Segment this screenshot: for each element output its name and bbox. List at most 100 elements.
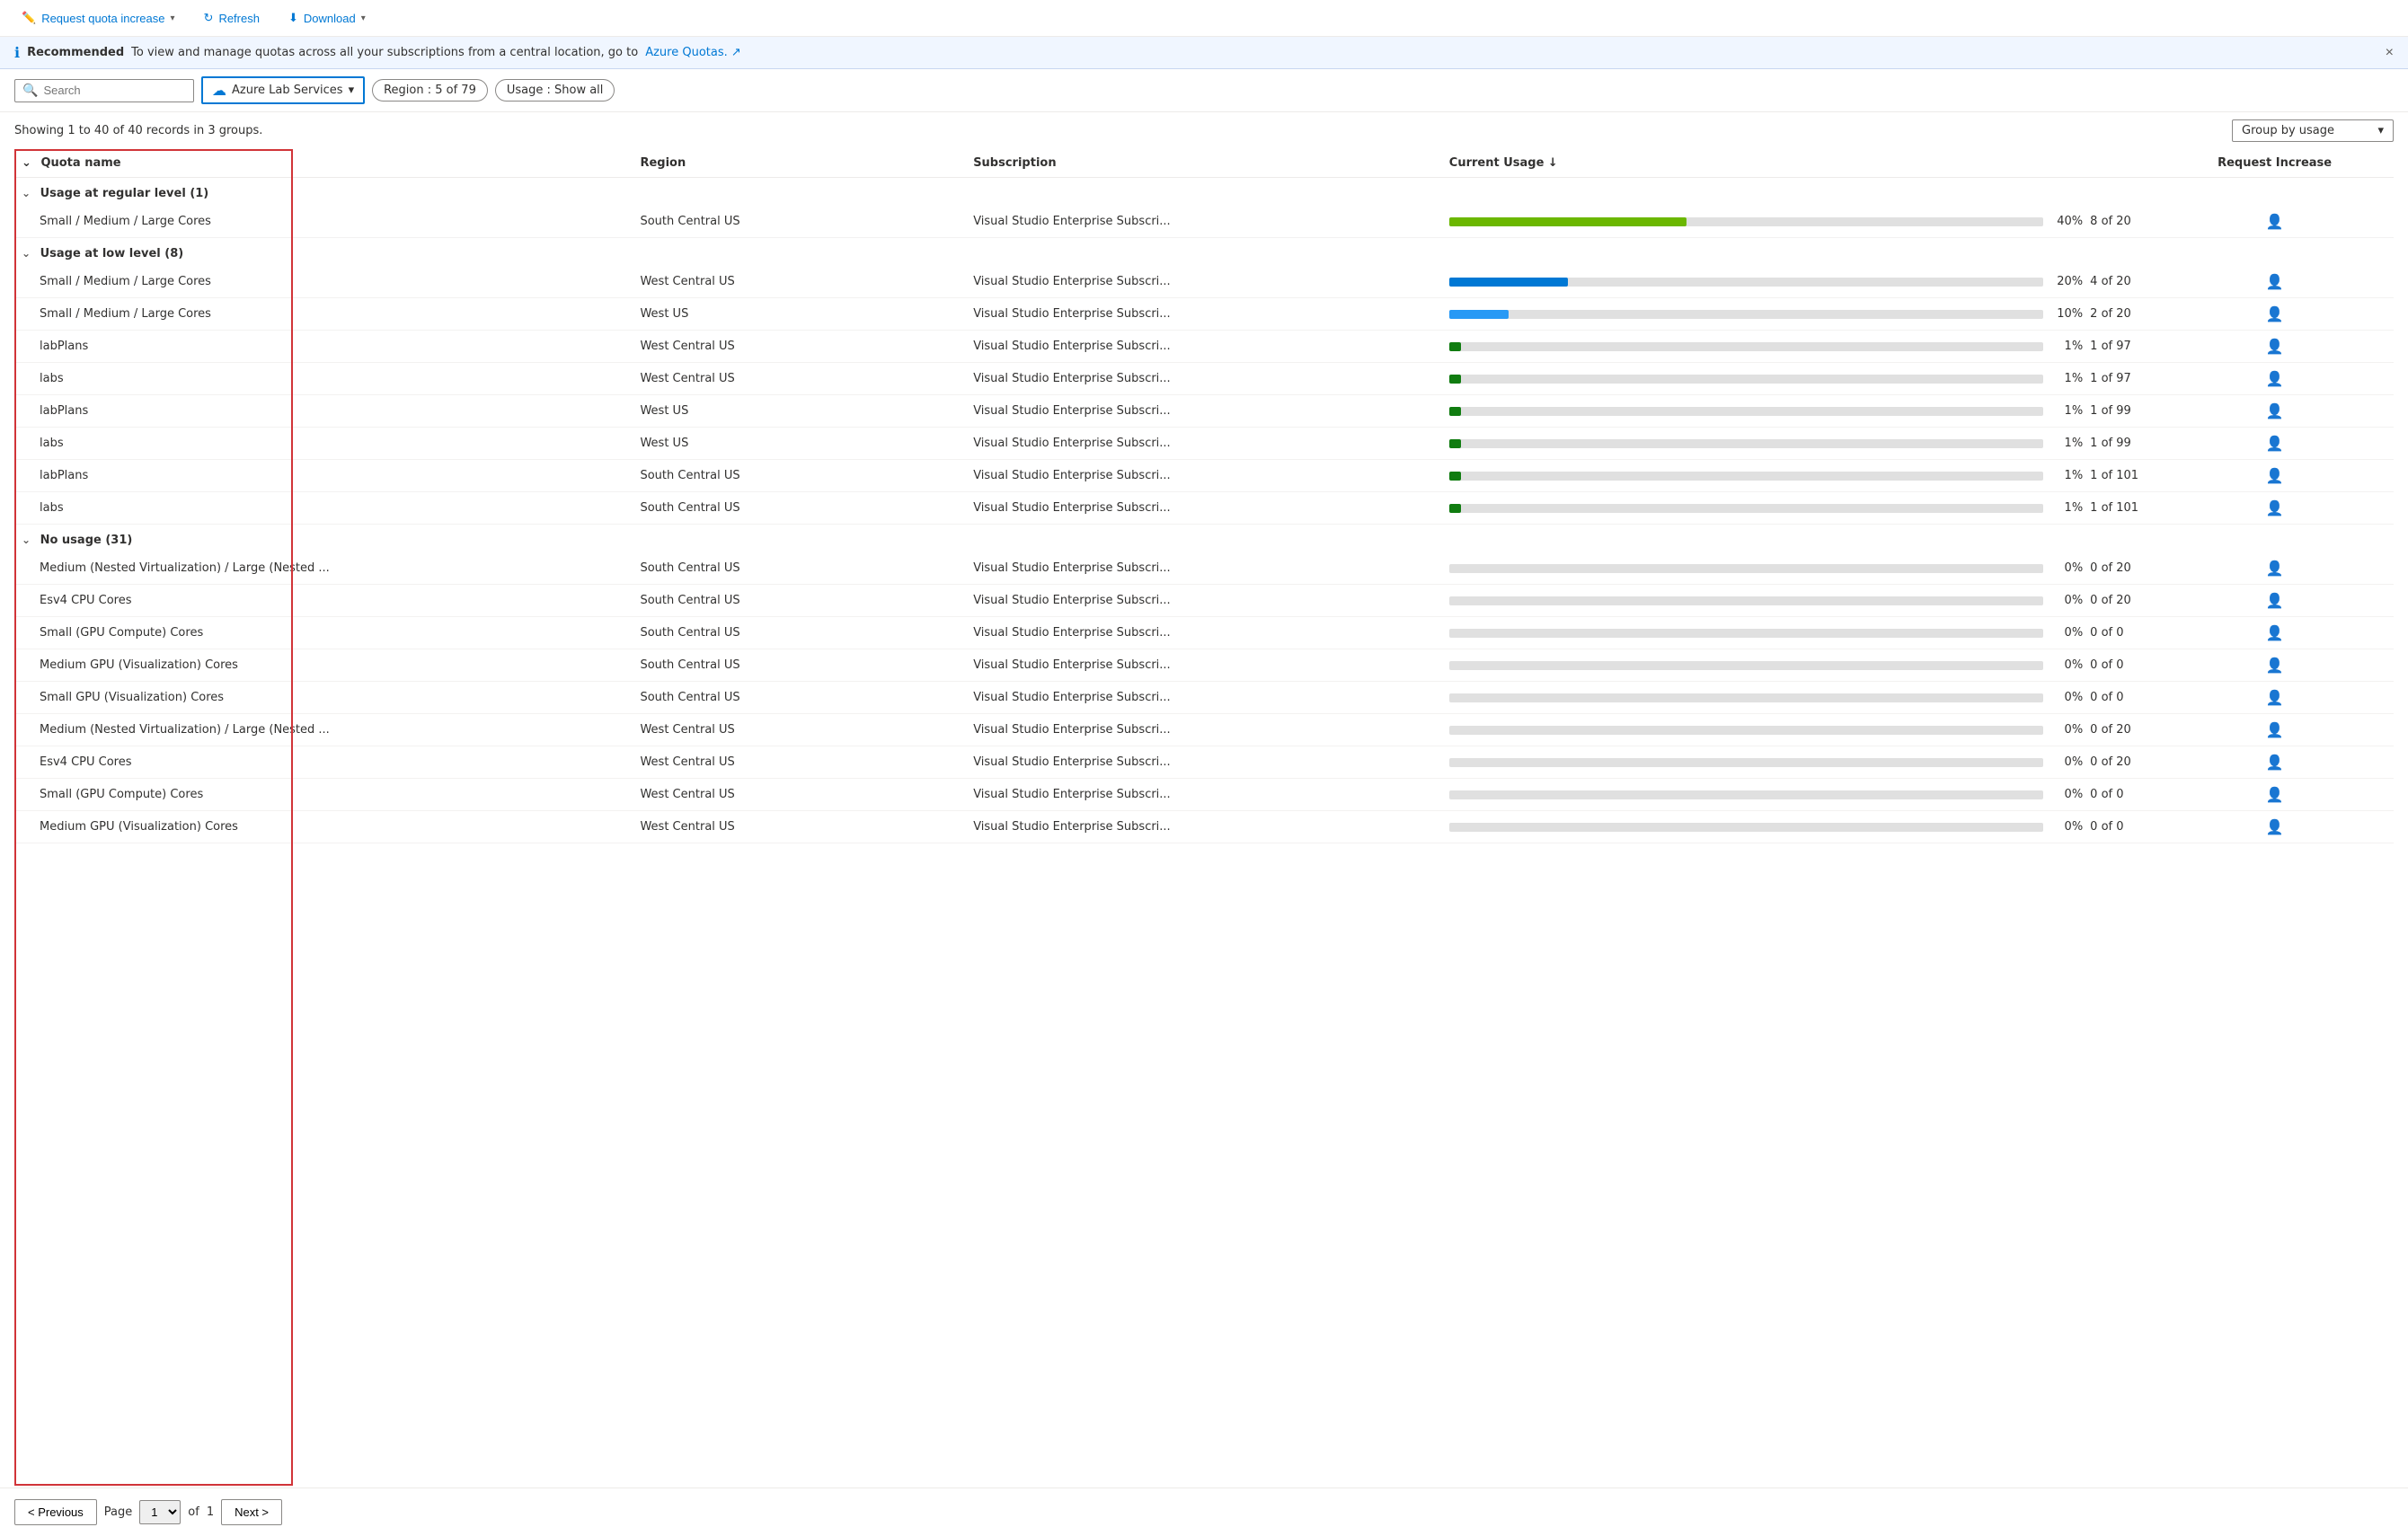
table-row: Esv4 CPU Cores West Central US Visual St… (14, 746, 2394, 779)
service-dropdown[interactable]: ☁ Azure Lab Services ▾ (201, 76, 365, 104)
request-increase-icon[interactable]: 👤 (2266, 370, 2284, 387)
request-increase-icon[interactable]: 👤 (2266, 213, 2284, 230)
col-header-request: Request Increase (2156, 149, 2394, 178)
subscription-cell: Visual Studio Enterprise Subscri... (966, 363, 1442, 395)
request-increase-cell: 👤 (2156, 617, 2394, 649)
banner-close-button[interactable]: × (2386, 45, 2394, 61)
col-header-usage[interactable]: Current Usage ↓ (1442, 149, 2156, 178)
table-row: Small GPU (Visualization) Cores South Ce… (14, 682, 2394, 714)
service-label: Azure Lab Services (232, 84, 343, 97)
toolbar: ✏️ Request quota increase ▾ ↻ Refresh ⬇ … (0, 0, 2408, 37)
table-body: ⌄ Usage at regular level (1) Small / Med… (14, 178, 2394, 843)
group-header[interactable]: ⌄ No usage (31) (14, 525, 2394, 553)
request-increase-cell: 👤 (2156, 492, 2394, 525)
request-increase-icon[interactable]: 👤 (2266, 338, 2284, 355)
region-cell: West US (633, 298, 966, 331)
usage-cell: 1% 1 of 99 (1442, 395, 2156, 428)
usage-filter[interactable]: Usage : Show all (495, 79, 615, 102)
request-increase-icon[interactable]: 👤 (2266, 467, 2284, 484)
usage-count: 0 of 0 (2090, 658, 2148, 672)
subscription-cell: Visual Studio Enterprise Subscri... (966, 298, 1442, 331)
request-increase-cell: 👤 (2156, 714, 2394, 746)
usage-bar-container (1449, 726, 2043, 735)
chevron-down-service-icon: ▾ (349, 84, 355, 97)
quota-name-cell: Esv4 CPU Cores (14, 746, 633, 779)
group-label: Usage at low level (8) (40, 247, 184, 260)
request-increase-icon[interactable]: 👤 (2266, 435, 2284, 452)
group-label: Usage at regular level (1) (40, 187, 209, 200)
search-input[interactable] (43, 84, 178, 97)
request-increase-icon[interactable]: 👤 (2266, 560, 2284, 577)
table-row: Medium (Nested Virtualization) / Large (… (14, 552, 2394, 585)
subscription-cell: Visual Studio Enterprise Subscri... (966, 585, 1442, 617)
subscription-cell: Visual Studio Enterprise Subscri... (966, 714, 1442, 746)
usage-count: 4 of 20 (2090, 275, 2148, 288)
refresh-button[interactable]: ↻ Refresh (197, 7, 267, 29)
region-cell: South Central US (633, 206, 966, 238)
region-cell: South Central US (633, 682, 966, 714)
usage-count: 0 of 20 (2090, 594, 2148, 607)
request-increase-cell: 👤 (2156, 363, 2394, 395)
request-increase-icon[interactable]: 👤 (2266, 402, 2284, 419)
request-increase-icon[interactable]: 👤 (2266, 624, 2284, 641)
request-increase-cell: 👤 (2156, 395, 2394, 428)
request-increase-icon[interactable]: 👤 (2266, 689, 2284, 706)
request-increase-icon[interactable]: 👤 (2266, 818, 2284, 835)
usage-bar-fill (1449, 407, 1461, 416)
search-box[interactable]: 🔍 (14, 79, 194, 102)
group-header[interactable]: ⌄ Usage at regular level (1) (14, 178, 2394, 207)
usage-bar-container (1449, 310, 2043, 319)
region-cell: West Central US (633, 266, 966, 298)
usage-percent: 1% (2050, 437, 2083, 450)
group-chevron-icon: ⌄ (22, 187, 31, 199)
request-increase-icon[interactable]: 👤 (2266, 273, 2284, 290)
next-button[interactable]: Next > (221, 1499, 282, 1525)
banner-badge: Recommended (27, 46, 124, 59)
usage-bar-container (1449, 439, 2043, 448)
usage-bar-container (1449, 596, 2043, 605)
request-increase-icon[interactable]: 👤 (2266, 754, 2284, 771)
quota-name-cell: Small / Medium / Large Cores (14, 206, 633, 238)
region-filter[interactable]: Region : 5 of 79 (372, 79, 488, 102)
request-increase-icon[interactable]: 👤 (2266, 786, 2284, 803)
usage-count: 1 of 97 (2090, 372, 2148, 385)
usage-count: 0 of 0 (2090, 788, 2148, 801)
subscription-cell: Visual Studio Enterprise Subscri... (966, 206, 1442, 238)
usage-bar-container (1449, 342, 2043, 351)
table-row: labs South Central US Visual Studio Ente… (14, 492, 2394, 525)
filter-bar: 🔍 ☁ Azure Lab Services ▾ Region : 5 of 7… (0, 69, 2408, 112)
region-cell: West Central US (633, 714, 966, 746)
subscription-cell: Visual Studio Enterprise Subscri... (966, 682, 1442, 714)
usage-percent: 0% (2050, 788, 2083, 801)
usage-percent: 10% (2050, 307, 2083, 321)
summary-row: Showing 1 to 40 of 40 records in 3 group… (0, 112, 2408, 149)
request-increase-icon[interactable]: 👤 (2266, 592, 2284, 609)
col-header-name[interactable]: ⌄ Quota name (14, 149, 633, 178)
request-increase-icon[interactable]: 👤 (2266, 305, 2284, 322)
usage-percent: 0% (2050, 594, 2083, 607)
usage-cell: 0% 0 of 20 (1442, 746, 2156, 779)
download-button[interactable]: ⬇ Download ▾ (281, 7, 373, 29)
group-header[interactable]: ⌄ Usage at low level (8) (14, 238, 2394, 267)
usage-bar-container (1449, 661, 2043, 670)
group-chevron-icon: ⌄ (22, 534, 31, 546)
usage-cell: 1% 1 of 99 (1442, 428, 2156, 460)
chevron-down-groupby-icon: ▾ (2377, 124, 2384, 137)
request-increase-icon[interactable]: 👤 (2266, 721, 2284, 738)
usage-count: 2 of 20 (2090, 307, 2148, 321)
group-by-dropdown[interactable]: Group by usage ▾ (2232, 119, 2394, 142)
table-row: labPlans South Central US Visual Studio … (14, 460, 2394, 492)
subscription-cell: Visual Studio Enterprise Subscri... (966, 779, 1442, 811)
request-increase-icon[interactable]: 👤 (2266, 499, 2284, 516)
request-increase-icon[interactable]: 👤 (2266, 657, 2284, 674)
quota-name-cell: Small (GPU Compute) Cores (14, 617, 633, 649)
azure-quotas-link[interactable]: Azure Quotas. ↗ (645, 46, 741, 59)
request-quota-button[interactable]: ✏️ Request quota increase ▾ (14, 7, 182, 29)
subscription-cell: Visual Studio Enterprise Subscri... (966, 811, 1442, 843)
total-pages: 1 (207, 1505, 214, 1519)
usage-cell: 0% 0 of 20 (1442, 552, 2156, 585)
region-cell: West US (633, 428, 966, 460)
page-select[interactable]: 1 (139, 1500, 181, 1524)
previous-button[interactable]: < Previous (14, 1499, 97, 1525)
request-increase-cell: 👤 (2156, 779, 2394, 811)
